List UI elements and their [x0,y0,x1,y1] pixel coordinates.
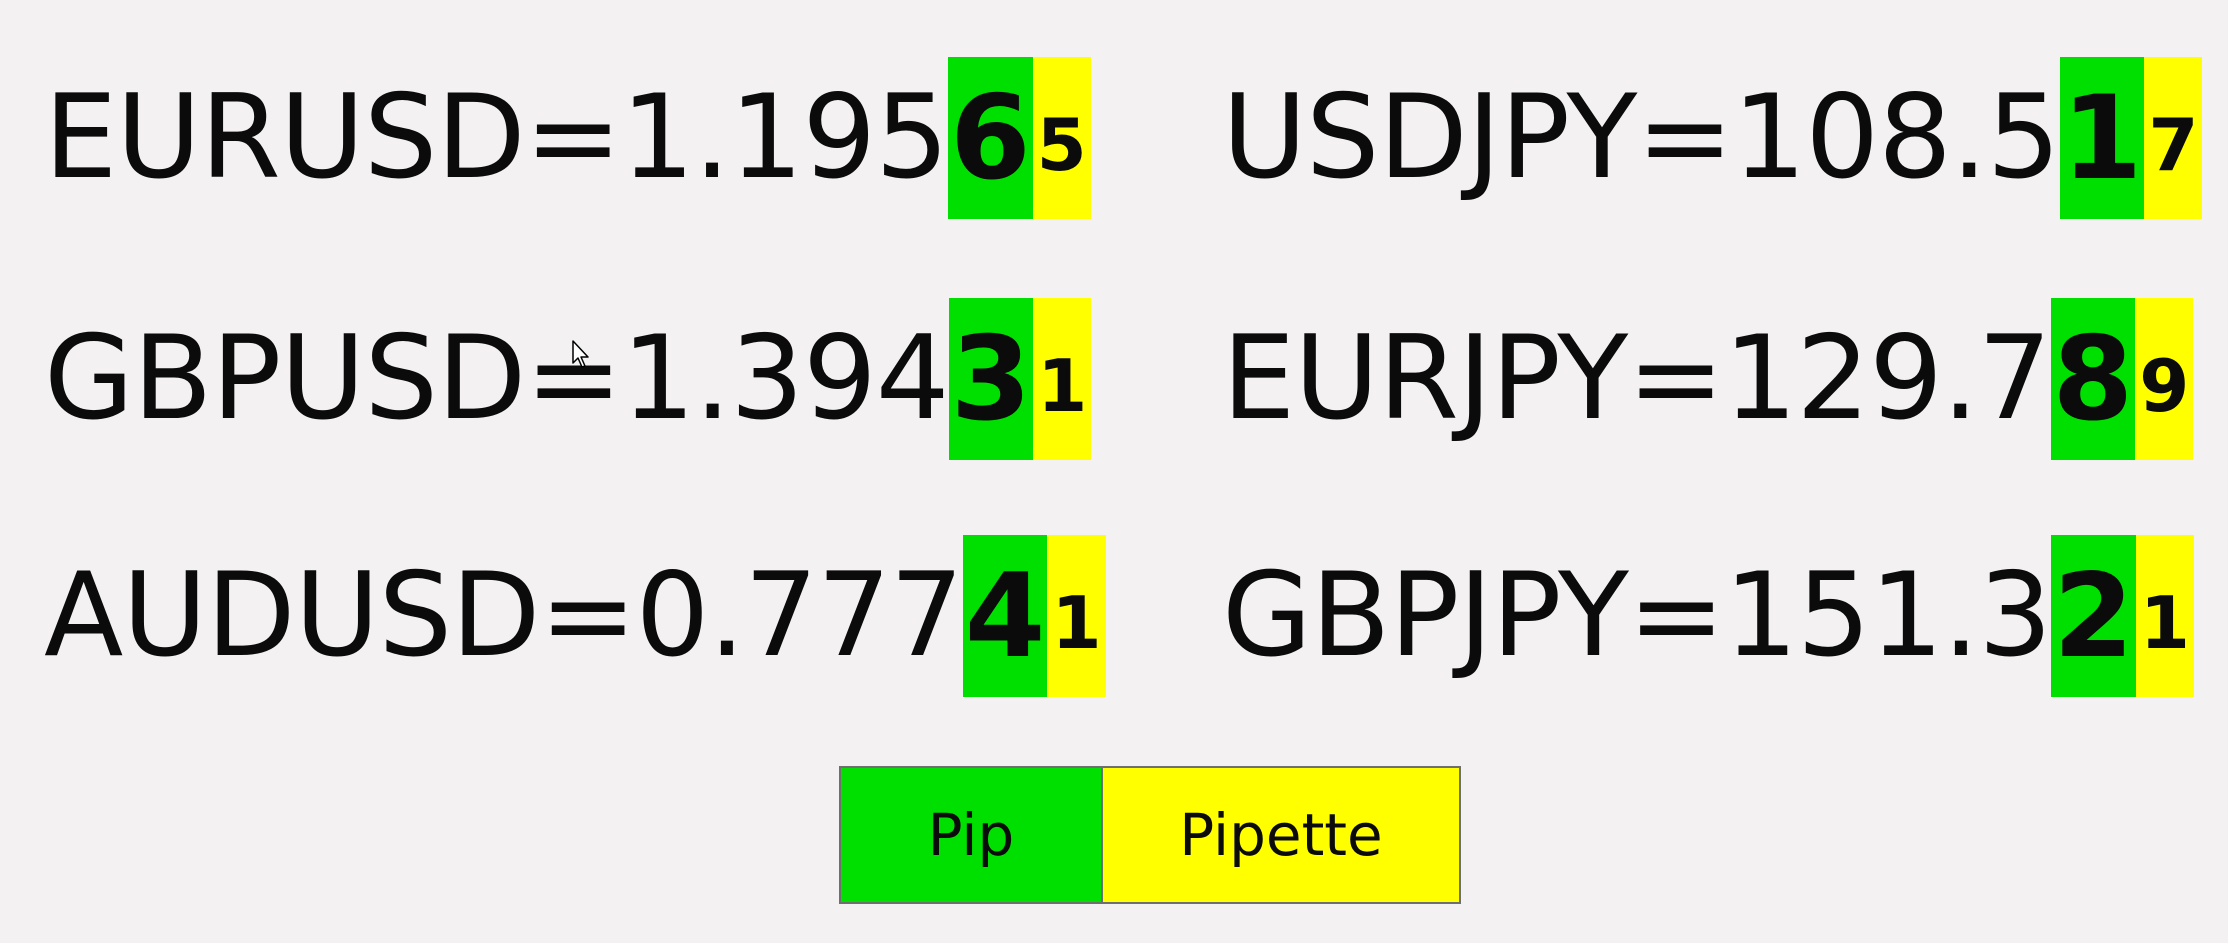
pip-digit: 8 [2050,298,2136,460]
pip-digit: 6 [947,57,1033,219]
quote-eurusd: EURUSD=1.195 6 5 [44,57,1091,219]
quote-eurjpy: EURJPY=129.7 8 9 [1222,298,2194,460]
quote-audusd: AUDUSD=0.777 4 1 [44,535,1106,697]
quote-gbpjpy: GBPJPY=151.3 2 1 [1222,535,2194,697]
quote-label: USDJPY=108.5 [1222,70,2061,205]
quote-label: EURUSD=1.195 [44,70,949,205]
pipette-digit: 9 [2135,298,2194,460]
pip-digit: 2 [2051,535,2136,697]
quote-label: AUDUSD=0.777 [44,548,964,683]
legend-pip: Pip [841,768,1103,902]
pip-pipette-legend: Pip Pipette [839,766,1461,904]
pipette-digit: 7 [2144,57,2203,219]
pip-digit: 3 [948,298,1034,460]
pip-digit: 1 [2059,57,2145,219]
legend-pipette: Pipette [1103,768,1459,902]
quote-usdjpy: USDJPY=108.5 1 7 [1222,57,2203,219]
pipette-digit: 1 [2135,535,2194,697]
quote-gbpusd: GBPUSD=1.394 3 1 [44,298,1092,460]
quote-label: EURJPY=129.7 [1222,311,2052,446]
pipette-digit: 5 [1032,57,1091,219]
quote-label: GBPUSD=1.394 [44,311,950,446]
quote-label: GBPJPY=151.3 [1222,548,2052,683]
pipette-digit: 1 [1047,535,1106,697]
pipette-digit: 1 [1033,298,1092,460]
mouse-cursor-icon [572,340,589,368]
pip-digit: 4 [962,535,1048,697]
